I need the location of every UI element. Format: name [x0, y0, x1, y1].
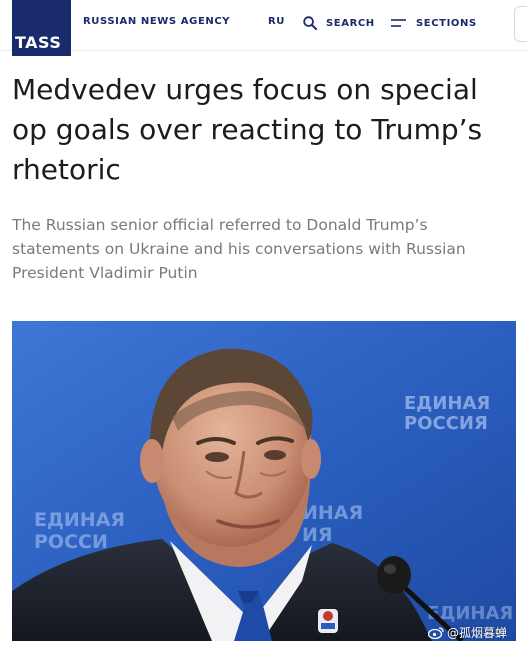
menu-icon — [391, 19, 406, 27]
search-icon — [303, 16, 317, 30]
photo-illustration: ЕДИНАЯ РОССИЯ ЕДИНАЯ РОССИ ИНАЯ ИЯ ЕДИНА… — [12, 321, 516, 641]
search-label: SEARCH — [326, 17, 375, 29]
site-header: TASS RUSSIAN NEWS AGENCY RU SEARCH SECTI… — [0, 0, 527, 56]
weibo-icon — [428, 627, 444, 639]
svg-text:ЕДИНАЯ: ЕДИНАЯ — [34, 509, 125, 531]
watermark: @孤烟暮蝉 — [428, 624, 507, 641]
language-switch[interactable]: RU — [268, 16, 285, 27]
article-headline: Medvedev urges focus on special op goals… — [12, 73, 483, 186]
svg-text:РОССИЯ: РОССИЯ — [404, 413, 488, 434]
sections-label: SECTIONS — [416, 17, 477, 29]
svg-text:ИЯ: ИЯ — [302, 524, 333, 546]
backdrop-logo-right: ЕДИНАЯ РОССИЯ — [404, 393, 490, 434]
search-button[interactable]: SEARCH — [303, 13, 375, 33]
svg-text:РОССИ: РОССИ — [34, 531, 108, 553]
watermark-text: @孤烟暮蝉 — [447, 626, 508, 640]
logo-text: TASS — [15, 33, 62, 52]
tass-logo[interactable]: TASS — [12, 0, 71, 56]
svg-text:ИНАЯ: ИНАЯ — [302, 502, 363, 524]
sections-menu-button[interactable]: SECTIONS — [391, 13, 477, 33]
article-photo: ЕДИНАЯ РОССИЯ ЕДИНАЯ РОССИ ИНАЯ ИЯ ЕДИНА… — [12, 321, 516, 641]
svg-text:ЕДИНАЯ: ЕДИНАЯ — [404, 393, 490, 414]
agency-name: RUSSIAN NEWS AGENCY — [83, 16, 231, 27]
lapel-pin — [318, 609, 338, 633]
partial-header-button[interactable] — [514, 6, 527, 42]
article-subtitle: The Russian senior official referred to … — [12, 216, 466, 282]
